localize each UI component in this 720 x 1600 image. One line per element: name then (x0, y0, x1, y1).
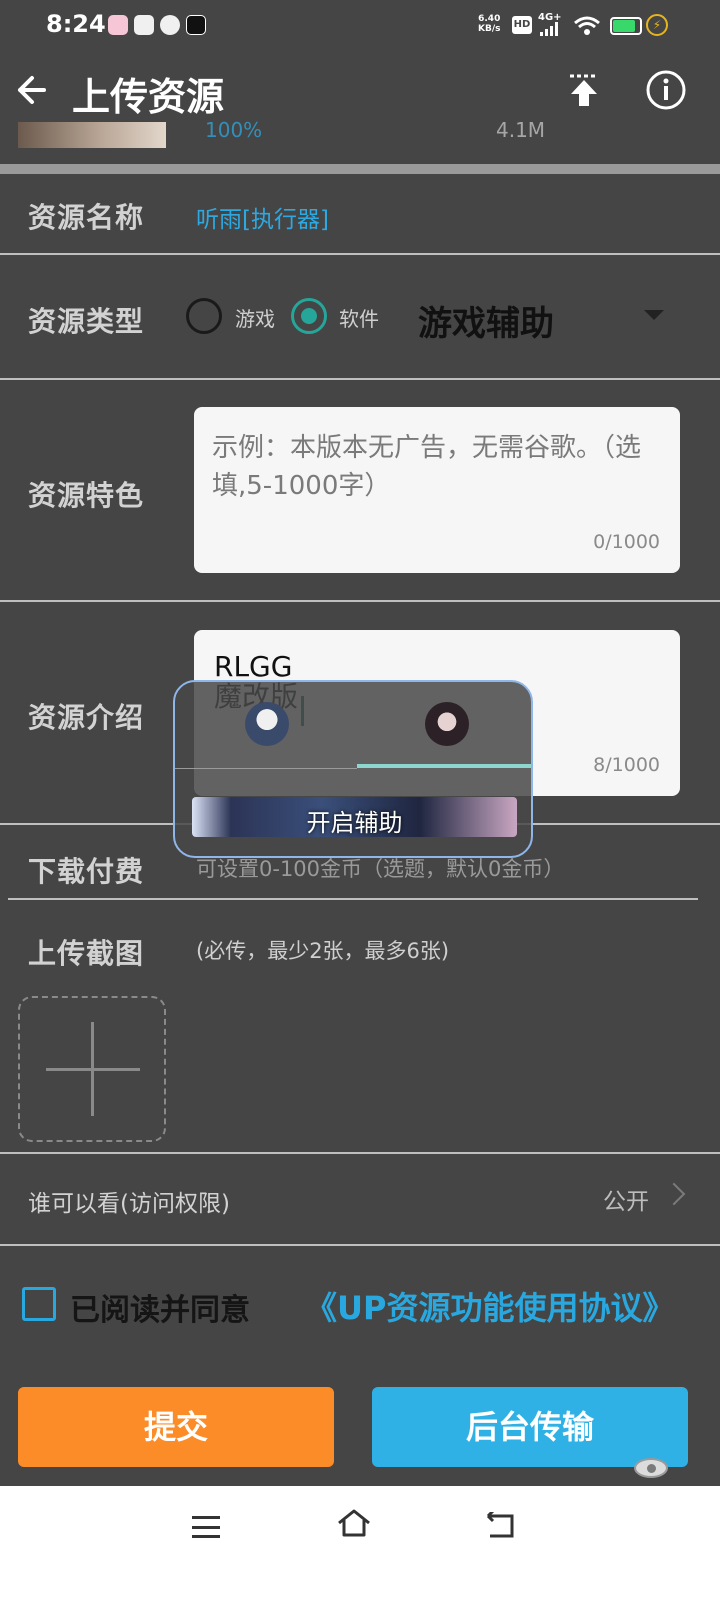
file-size: 4.1M (496, 118, 546, 142)
divider (0, 1244, 720, 1246)
divider (0, 1152, 720, 1154)
system-back-icon[interactable] (484, 1512, 516, 1540)
features-char-counter: 0/1000 (593, 531, 660, 553)
fee-label: 下载付费 (28, 855, 145, 888)
features-label: 资源特色 (28, 479, 145, 512)
category-select[interactable]: 游戏辅助 (418, 296, 554, 345)
battery-icon (610, 17, 642, 35)
vivo-notification-icon (134, 15, 154, 35)
radio-software-label[interactable]: 软件 (339, 303, 379, 332)
tiktok-notification-icon (186, 15, 206, 35)
menu-icon[interactable] (192, 1516, 220, 1538)
agree-checkbox[interactable] (22, 1287, 56, 1321)
upload-top-icon[interactable] (564, 70, 604, 110)
signal-icon (540, 22, 558, 36)
radio-game[interactable] (186, 298, 222, 334)
home-icon[interactable] (336, 1508, 372, 1538)
name-value[interactable]: 听雨[执行器] (196, 200, 329, 234)
link-notification-icon (160, 15, 180, 35)
status-time: 8:24 (46, 10, 106, 38)
page-title: 上传资源 (72, 75, 225, 119)
visibility-value[interactable]: 公开 (603, 1182, 649, 1216)
divider (0, 600, 720, 602)
type-label: 资源类型 (28, 305, 145, 338)
status-bar: 8:24 6.40 KB/s HD 4G+ ⚡ (0, 0, 720, 56)
enable-assist-label: 开启辅助 (306, 809, 403, 837)
divider (8, 898, 698, 900)
screenshot-hint: (必传，最少2张，最多6张) (196, 939, 450, 963)
agree-label[interactable]: 已阅读并同意 (70, 1285, 250, 1329)
background-upload-button[interactable]: 后台传输 (372, 1387, 688, 1467)
submit-button[interactable]: 提交 (18, 1387, 334, 1467)
tab-indicator (357, 764, 531, 768)
intro-label: 资源介绍 (28, 701, 145, 734)
app-notification-icon (108, 15, 128, 35)
features-placeholder: 示例：本版本无广告，无需谷歌。（选填,5-1000字） (212, 433, 642, 501)
progress-bar (0, 164, 720, 174)
dropdown-arrow-icon[interactable] (644, 310, 664, 320)
intro-char-counter: 8/1000 (593, 754, 660, 776)
eye-icon[interactable] (634, 1458, 668, 1478)
chevron-right-icon[interactable] (662, 1182, 686, 1206)
system-nav-bar (0, 1486, 720, 1600)
file-thumbnail (18, 122, 166, 148)
radio-software[interactable] (291, 298, 327, 334)
agreement-link[interactable]: 《UP资源功能使用协议》 (305, 1283, 674, 1329)
radio-game-label[interactable]: 游戏 (235, 303, 275, 332)
enable-assist-banner[interactable]: 开启辅助 (192, 797, 517, 837)
divider (0, 253, 720, 255)
network-speed: 6.40 KB/s (478, 14, 501, 34)
wifi-icon (574, 16, 600, 35)
divider (0, 378, 720, 380)
add-screenshot-button[interactable] (18, 996, 166, 1142)
hd-icon: HD (512, 16, 532, 34)
upload-progress: 100% (205, 118, 263, 142)
avatar[interactable] (245, 702, 289, 746)
features-textarea[interactable]: 示例：本版本无广告，无需谷歌。（选填,5-1000字） 0/1000 (194, 407, 680, 573)
tab-indicator-track (175, 768, 357, 769)
visibility-label[interactable]: 谁可以看(访问权限) (28, 1184, 230, 1218)
info-icon[interactable] (644, 68, 688, 112)
screenshot-label: 上传截图 (28, 937, 145, 970)
avatar[interactable] (425, 702, 469, 746)
charging-icon: ⚡ (646, 14, 668, 36)
name-label: 资源名称 (28, 201, 145, 234)
back-arrow-icon[interactable] (14, 70, 54, 110)
floating-assist-overlay[interactable]: 开启辅助 (173, 680, 533, 858)
